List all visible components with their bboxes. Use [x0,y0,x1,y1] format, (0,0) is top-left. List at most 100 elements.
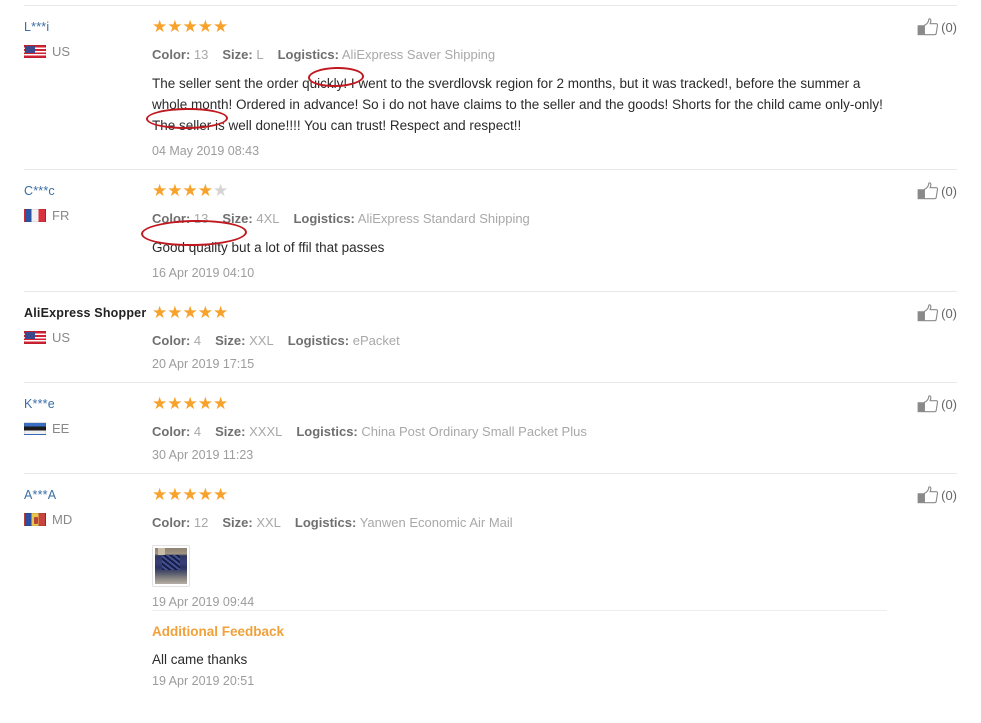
helpful-button[interactable]: (0) [917,182,957,201]
attr-logistics-value: China Post Ordinary Small Packet Plus [361,424,587,439]
thumbs-up-icon [917,18,939,36]
attr-logistics: Logistics: China Post Ordinary Small Pac… [296,424,586,439]
rating-stars: ★★★★★ [152,303,887,322]
helpful-button[interactable]: (0) [917,395,957,414]
review-photo [155,548,187,584]
review-user-column: AliExpress Shopper US [24,304,152,344]
additional-feedback-date: 19 Apr 2019 20:51 [152,674,255,688]
review-attributes: Color: 13 Size: L Logistics: AliExpress Sa… [152,46,887,63]
attr-color-value: 13 [193,47,209,62]
review-main-column: ★★★★★ Color: 13 Size: 4XL Logistics: AliExp… [152,182,957,281]
attr-logistics-label: Logistics: [287,333,350,348]
additional-feedback-block: Additional Feedback All came thanks 19 Apr… [152,610,887,689]
flag-fr-icon [24,209,46,222]
reviewer-name[interactable]: AliExpress Shopper [24,305,152,321]
attr-color: Color: 12 [152,515,208,530]
review-user-column: A***A MD [24,486,152,526]
review-date: 20 Apr 2019 17:15 [152,357,255,371]
star-2: ★ [167,394,183,413]
star-1: ★ [152,485,168,504]
star-1: ★ [152,17,168,36]
attr-size: Size: 4XL [222,211,279,226]
thumbs-up-icon [917,395,939,413]
review-item: K***e EE ★★★★★ Color: 4 Size: XXXL Logistics:… [24,383,957,474]
star-5: ★ [213,394,229,413]
attr-logistics-value: Yanwen Economic Air Mail [359,515,513,530]
helpful-count: (0) [941,396,957,412]
reviewer-name[interactable]: C***c [24,183,152,199]
flag-ee-icon [24,422,46,435]
rating-stars: ★★★★★ [152,485,887,504]
review-date: 30 Apr 2019 11:23 [152,448,254,462]
attr-logistics: Logistics: AliExpress Standard Shipping [293,211,529,226]
attr-logistics-label: Logistics: [296,424,358,439]
review-user-column: L***i US [24,18,152,58]
attr-size-value: XXL [256,515,281,530]
review-attributes: Color: 13 Size: 4XL Logistics: AliExpress … [152,210,887,227]
rating-stars: ★★★★★ [152,394,887,413]
attr-color-label: Color: [152,424,191,439]
attr-color: Color: 13 [152,47,208,62]
star-3: ★ [182,303,198,322]
flag-md-icon [24,513,46,526]
review-attributes: Color: 4 Size: XXXL Logistics: China Post … [152,423,887,440]
helpful-button[interactable]: (0) [917,18,957,37]
star-4: ★ [197,17,213,36]
attr-logistics-value: AliExpress Standard Shipping [357,211,530,226]
reviewer-name[interactable]: L***i [24,19,152,35]
attr-color: Color: 4 [152,424,201,439]
thumbs-up-icon [917,304,939,322]
reviewer-country: MD [24,513,152,526]
helpful-count: (0) [941,305,957,321]
rating-stars: ★★★★★ [152,181,887,200]
flag-us-icon [24,331,46,344]
reviewer-name[interactable]: A***A [24,487,152,503]
review-main-column: ★★★★★ Color: 12 Size: XXL Logistics: Yanwen… [152,486,957,689]
star-1: ★ [152,303,168,322]
helpful-button[interactable]: (0) [917,486,957,505]
star-2: ★ [167,181,183,200]
reviews-list: L***i US ★★★★★ Color: 13 Size: L Logistics: A… [0,5,981,699]
attr-size: Size: XXXL [215,424,282,439]
additional-feedback-title: Additional Feedback [152,624,285,639]
attr-color-value: 13 [193,211,209,226]
thumbs-up-icon [917,486,939,504]
reviewer-country: FR [24,209,152,222]
attr-logistics-value: ePacket [352,333,400,348]
star-1: ★ [152,181,168,200]
attr-color-label: Color: [152,211,191,226]
star-4: ★ [197,303,213,322]
attr-color-value: 4 [193,424,202,439]
star-4: ★ [197,394,213,413]
thumbs-up-icon [917,182,939,200]
review-date: 16 Apr 2019 04:10 [152,266,255,280]
review-photo-thumbnail[interactable] [152,545,190,587]
review-text: Good quality but a lot of ffil that pass… [152,240,385,255]
review-main-column: ★★★★★ Color: 4 Size: XXXL Logistics: China … [152,395,957,463]
review-attributes: Color: 4 Size: XXL Logistics: ePacket [152,332,887,349]
reviewer-name[interactable]: K***e [24,396,152,412]
helpful-button[interactable]: (0) [917,304,957,323]
star-2: ★ [167,303,183,322]
review-item: C***c FR ★★★★★ Color: 13 Size: 4XL Logistics:… [24,170,957,292]
attr-color-value: 4 [193,333,202,348]
review-date: 04 May 2019 08:43 [152,144,260,158]
star-5: ★ [213,181,229,200]
helpful-count: (0) [941,183,957,199]
attr-size: Size: L [222,47,263,62]
reviewer-country: US [24,331,152,344]
helpful-count: (0) [941,487,957,503]
star-5: ★ [213,485,229,504]
country-code: MD [52,512,73,527]
attr-size: Size: XXL [222,515,281,530]
review-user-column: C***c FR [24,182,152,222]
rating-stars: ★★★★★ [152,17,887,36]
star-3: ★ [182,181,198,200]
attr-color-label: Color: [152,47,191,62]
attr-size-value: XXXL [249,424,283,439]
review-date: 19 Apr 2019 09:44 [152,595,255,609]
attr-size: Size: XXL [215,333,274,348]
attr-color-label: Color: [152,515,191,530]
country-code: EE [52,421,70,436]
attr-size-label: Size: [215,424,246,439]
